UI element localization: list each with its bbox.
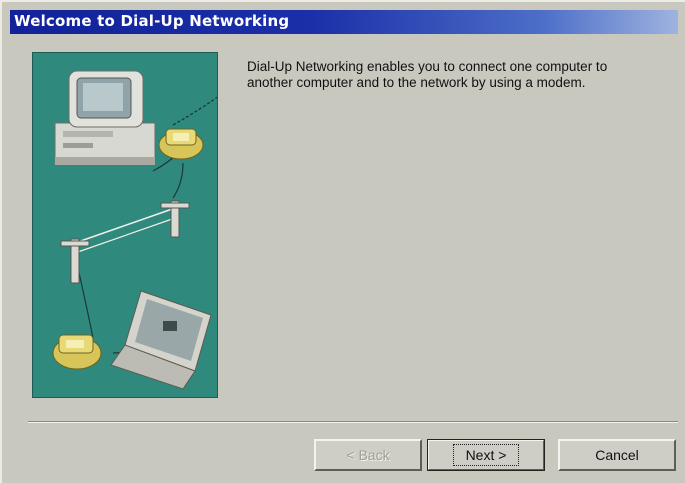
- telephone-pole-icon: [60, 200, 190, 284]
- telephone-icon: [158, 128, 204, 160]
- back-button[interactable]: < Back: [314, 439, 422, 471]
- window-title: Welcome to Dial-Up Networking: [14, 12, 290, 30]
- laptop-icon: [110, 290, 212, 390]
- dialup-wizard-window: Welcome to Dial-Up Networking Dial-Up Ne…: [0, 0, 685, 483]
- cancel-button-label: Cancel: [595, 447, 639, 463]
- back-button-label: < Back: [346, 447, 390, 463]
- separator-line: [28, 421, 678, 423]
- telephone-icon: [52, 334, 102, 370]
- dialup-illustration: [32, 52, 218, 398]
- welcome-description: Dial-Up Networking enables you to connec…: [247, 59, 608, 90]
- network-diagram-image: [52, 70, 217, 390]
- next-button[interactable]: Next >: [427, 439, 545, 471]
- next-button-label: Next >: [452, 444, 520, 466]
- cancel-button[interactable]: Cancel: [558, 439, 676, 471]
- desktop-computer-icon: [54, 70, 156, 166]
- title-bar[interactable]: Welcome to Dial-Up Networking: [10, 10, 678, 34]
